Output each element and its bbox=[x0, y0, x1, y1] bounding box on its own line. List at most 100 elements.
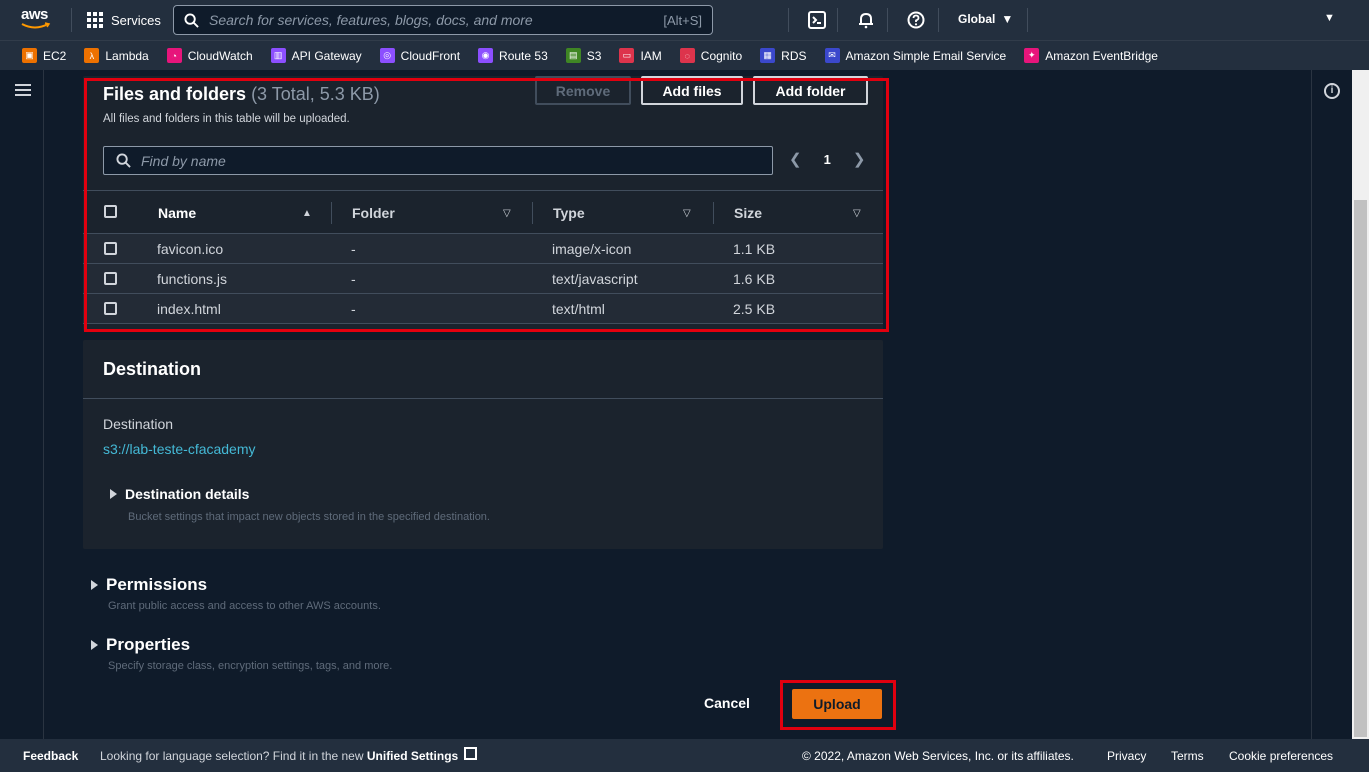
row-checkbox[interactable] bbox=[104, 302, 117, 315]
cancel-button[interactable]: Cancel bbox=[704, 695, 750, 711]
cloudfront-service-icon: ◎ bbox=[379, 48, 395, 63]
menu-hamburger-icon[interactable] bbox=[15, 84, 31, 96]
api-gateway-service-icon: ▥ bbox=[270, 48, 286, 63]
favorite-s3[interactable]: ▤ S3 bbox=[565, 48, 601, 63]
column-header-type[interactable]: Type bbox=[553, 205, 585, 221]
favorite-cognito[interactable]: ◌ Cognito bbox=[679, 48, 742, 63]
services-menu-button[interactable]: Services bbox=[87, 10, 161, 30]
privacy-link[interactable]: Privacy bbox=[1107, 749, 1146, 763]
page-number[interactable]: 1 bbox=[824, 152, 831, 167]
cell-folder: - bbox=[351, 301, 356, 317]
cell-type: image/x-icon bbox=[552, 241, 632, 257]
search-placeholder: Search for services, features, blogs, do… bbox=[209, 12, 533, 28]
scrollbar-thumb[interactable] bbox=[1354, 200, 1367, 737]
cloudshell-icon[interactable] bbox=[808, 11, 826, 29]
chevron-left-icon[interactable]: ❮ bbox=[789, 150, 802, 168]
destination-label: Destination bbox=[103, 416, 174, 432]
favorite-ec2[interactable]: ▣ EC2 bbox=[22, 48, 66, 63]
search-icon bbox=[116, 153, 131, 168]
add-files-button[interactable]: Add files bbox=[641, 76, 743, 105]
aws-logo-text: aws bbox=[21, 6, 48, 23]
favorite-eventbridge[interactable]: ✦ Amazon EventBridge bbox=[1024, 48, 1158, 63]
s3-service-icon: ▤ bbox=[565, 48, 581, 63]
favorite-label: Amazon EventBridge bbox=[1045, 48, 1158, 63]
sort-ascending-icon[interactable]: ▲ bbox=[302, 208, 312, 219]
cell-name: index.html bbox=[157, 301, 221, 317]
sort-icon[interactable]: ▽ bbox=[853, 208, 861, 219]
account-menu-caret-icon[interactable]: ▼ bbox=[1324, 12, 1335, 24]
favorite-lambda[interactable]: λ Lambda bbox=[84, 48, 149, 63]
caret-right-icon bbox=[91, 640, 98, 650]
files-count: (3 Total, 5.3 KB) bbox=[251, 84, 380, 104]
favorite-route-53[interactable]: ◉ Route 53 bbox=[478, 48, 548, 63]
favorite-iam[interactable]: ▭ IAM bbox=[619, 48, 662, 63]
nav-divider bbox=[1027, 8, 1028, 32]
favorite-label: RDS bbox=[781, 48, 807, 63]
table-row[interactable]: functions.js - text/javascript 1.6 KB bbox=[83, 264, 883, 294]
aws-logo[interactable]: aws bbox=[21, 6, 55, 32]
terms-link[interactable]: Terms bbox=[1171, 749, 1204, 763]
info-icon[interactable]: i bbox=[1324, 83, 1340, 99]
cell-type: text/html bbox=[552, 301, 605, 317]
column-header-folder[interactable]: Folder bbox=[352, 205, 395, 221]
add-folder-button[interactable]: Add folder bbox=[753, 76, 868, 105]
table-header: Name ▲ Folder ▽ Type ▽ Size ▽ bbox=[83, 190, 883, 234]
destination-link[interactable]: s3://lab-teste-cfacademy bbox=[103, 441, 256, 457]
search-input[interactable]: Search for services, features, blogs, do… bbox=[173, 5, 713, 35]
files-and-folders-panel: Files and folders (3 Total, 5.3 KB) All … bbox=[83, 76, 883, 331]
grid-icon bbox=[87, 12, 103, 28]
find-by-name-input[interactable]: Find by name bbox=[103, 146, 773, 175]
unified-settings-link[interactable]: Unified Settings bbox=[367, 749, 458, 763]
caret-right-icon bbox=[110, 489, 117, 499]
language-message-text: Looking for language selection? Find it … bbox=[100, 748, 364, 763]
find-placeholder: Find by name bbox=[141, 152, 226, 169]
cell-name: favicon.ico bbox=[157, 241, 224, 257]
nav-divider bbox=[938, 8, 939, 32]
sort-icon[interactable]: ▽ bbox=[503, 208, 511, 219]
destination-details-expander[interactable]: Destination details bbox=[110, 486, 249, 502]
cell-folder: - bbox=[351, 271, 356, 287]
favorite-ses[interactable]: ✉ Amazon Simple Email Service bbox=[824, 48, 1007, 63]
properties-expander[interactable]: Properties bbox=[91, 635, 190, 655]
files-panel-title: Files and folders (3 Total, 5.3 KB) bbox=[103, 84, 380, 105]
column-divider[interactable] bbox=[713, 202, 714, 224]
region-selector[interactable]: Global ▼ bbox=[958, 12, 1013, 26]
select-all-checkbox[interactable] bbox=[104, 205, 117, 218]
favorite-rds[interactable]: ▦ RDS bbox=[760, 48, 807, 63]
nav-divider bbox=[788, 8, 789, 32]
column-header-name[interactable]: Name bbox=[158, 205, 196, 221]
row-checkbox[interactable] bbox=[104, 242, 117, 255]
top-navigation: aws Services Search for services, featur… bbox=[0, 0, 1369, 40]
favorite-label: IAM bbox=[640, 48, 662, 63]
feedback-link[interactable]: Feedback bbox=[23, 749, 78, 763]
table-row[interactable]: index.html - text/html 2.5 KB bbox=[83, 294, 883, 324]
row-checkbox[interactable] bbox=[104, 272, 117, 285]
cell-type: text/javascript bbox=[552, 271, 638, 287]
chevron-right-icon[interactable]: ❯ bbox=[853, 150, 866, 168]
column-header-size[interactable]: Size bbox=[734, 205, 762, 221]
cloudwatch-service-icon: ◔ bbox=[166, 48, 182, 63]
table-row[interactable]: favicon.ico - image/x-icon 1.1 KB bbox=[83, 234, 883, 264]
column-divider[interactable] bbox=[331, 202, 332, 224]
permissions-description: Grant public access and access to other … bbox=[108, 600, 381, 612]
properties-description: Specify storage class, encryption settin… bbox=[108, 660, 393, 672]
favorite-cloudfront[interactable]: ◎ CloudFront bbox=[379, 48, 460, 63]
favorite-cloudwatch[interactable]: ◔ CloudWatch bbox=[166, 48, 253, 63]
cookie-preferences-link[interactable]: Cookie preferences bbox=[1229, 749, 1333, 763]
route53-service-icon: ◉ bbox=[478, 48, 494, 63]
rds-service-icon: ▦ bbox=[760, 48, 776, 63]
cell-size: 1.1 KB bbox=[733, 241, 776, 257]
permissions-expander[interactable]: Permissions bbox=[91, 575, 207, 595]
sort-icon[interactable]: ▽ bbox=[683, 208, 691, 219]
search-shortcut: [Alt+S] bbox=[663, 12, 702, 28]
remove-button[interactable]: Remove bbox=[535, 76, 631, 105]
upload-button[interactable]: Upload bbox=[792, 689, 882, 719]
help-icon[interactable] bbox=[907, 11, 925, 29]
caret-right-icon bbox=[91, 580, 98, 590]
external-link-icon bbox=[464, 747, 477, 760]
favorite-label: Amazon Simple Email Service bbox=[845, 48, 1007, 63]
notifications-bell-icon[interactable] bbox=[857, 11, 875, 29]
favorite-api-gateway[interactable]: ▥ API Gateway bbox=[270, 48, 362, 63]
destination-details-description: Bucket settings that impact new objects … bbox=[128, 511, 490, 523]
column-divider[interactable] bbox=[532, 202, 533, 224]
